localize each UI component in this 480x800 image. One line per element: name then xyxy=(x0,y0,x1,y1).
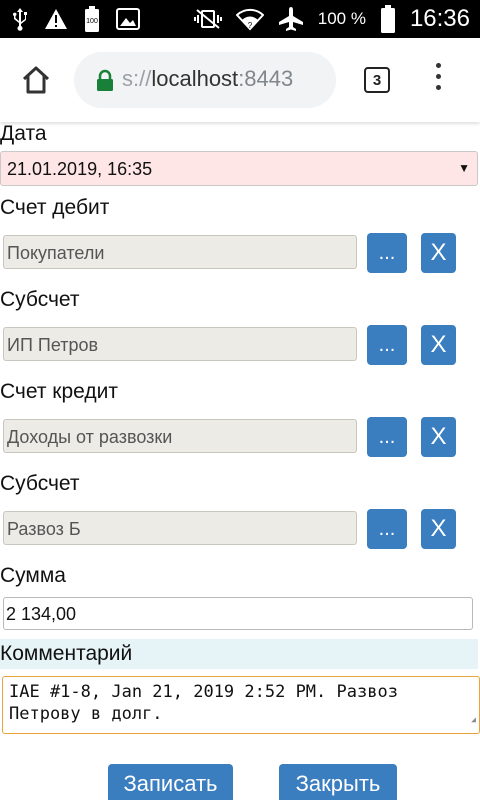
tab-count: 3 xyxy=(372,71,382,89)
wifi-icon: ? xyxy=(235,7,264,31)
debit-subaccount-field[interactable]: ИП Петров xyxy=(3,327,357,361)
more-vert-icon[interactable] xyxy=(432,63,444,97)
vibrate-off-icon xyxy=(193,8,222,30)
amount-input[interactable]: 2 134,00 xyxy=(3,597,473,630)
debit-subaccount-pick-button[interactable]: ... xyxy=(367,325,407,365)
airplane-icon xyxy=(278,6,304,32)
url-port: :8443 xyxy=(238,66,294,91)
browser-toolbar: s://localhost:8443 3 xyxy=(0,38,480,122)
url-text: s://localhost:8443 xyxy=(122,66,293,92)
tabs-icon[interactable]: 3 xyxy=(364,67,390,93)
status-bar: 100 ? 100 % 16:36 xyxy=(0,0,480,38)
debit-account-field[interactable]: Покупатели xyxy=(3,235,357,269)
svg-text:?: ? xyxy=(248,21,253,30)
status-bar-right: ? 100 % 16:36 xyxy=(193,0,470,38)
address-bar[interactable]: s://localhost:8443 xyxy=(74,52,336,108)
close-button[interactable]: Закрыть xyxy=(279,764,397,800)
status-bar-left: 100 xyxy=(12,0,140,38)
svg-text:100: 100 xyxy=(86,18,98,25)
credit-account-label: Счет кредит xyxy=(0,380,118,403)
date-value: 21.01.2019, 16:35 xyxy=(7,159,153,179)
url-scheme: s:// xyxy=(122,66,152,91)
credit-subaccount-field[interactable]: Развоз Б xyxy=(3,511,357,545)
battery-icon xyxy=(380,5,396,33)
lock-icon xyxy=(96,69,114,96)
comment-label: Комментарий xyxy=(0,642,133,665)
credit-account-clear-button[interactable]: X xyxy=(421,417,456,457)
url-host: localhost xyxy=(151,66,239,91)
home-button[interactable] xyxy=(20,64,52,96)
date-select[interactable]: 21.01.2019, 16:35 ▼ xyxy=(0,151,478,186)
resize-grip-icon[interactable]: ◢ xyxy=(471,709,476,731)
debit-account-pick-button[interactable]: ... xyxy=(367,233,407,273)
usb-icon xyxy=(12,7,28,31)
credit-subaccount-pick-button[interactable]: ... xyxy=(367,509,407,549)
comment-header: Комментарий xyxy=(0,639,478,669)
debit-subaccount-label: Субсчет xyxy=(0,288,80,311)
comment-textarea[interactable]: IAE #1-8, Jan 21, 2019 2:52 PM. Развоз П… xyxy=(2,676,480,734)
comment-line-2: Петрову в долг. xyxy=(9,704,163,724)
clock: 16:36 xyxy=(409,5,470,32)
debit-account-clear-button[interactable]: X xyxy=(421,233,456,273)
home-icon xyxy=(22,66,50,94)
date-label: Дата xyxy=(0,122,47,145)
dropdown-arrow-icon: ▼ xyxy=(458,161,470,175)
amount-label: Сумма xyxy=(0,564,66,587)
credit-account-pick-button[interactable]: ... xyxy=(367,417,407,457)
battery-full-small-icon: 100 xyxy=(84,6,100,32)
image-icon xyxy=(116,8,140,30)
comment-line-1: IAE #1-8, Jan 21, 2019 2:52 PM. Развоз xyxy=(9,682,398,702)
save-button[interactable]: Записать xyxy=(108,764,233,800)
credit-subaccount-label: Субсчет xyxy=(0,472,80,495)
battery-percent: 100 % xyxy=(317,9,366,28)
warning-icon xyxy=(44,8,68,30)
credit-subaccount-clear-button[interactable]: X xyxy=(421,509,456,549)
debit-subaccount-clear-button[interactable]: X xyxy=(421,325,456,365)
credit-account-field[interactable]: Доходы от развозки xyxy=(3,419,357,453)
debit-account-label: Счет дебит xyxy=(0,196,110,219)
